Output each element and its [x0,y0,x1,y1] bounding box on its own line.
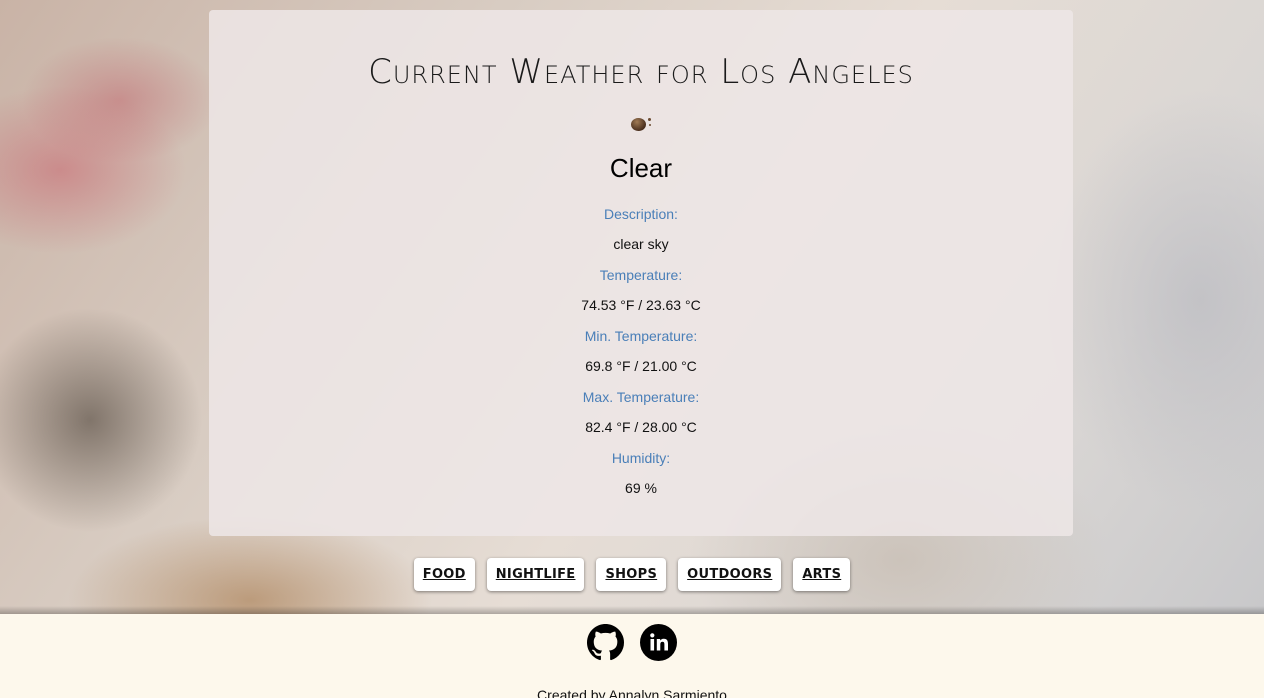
max-temperature-value: 82.4 °F / 28.00 °C [585,419,697,435]
social-links [0,624,1264,664]
footer-credit: Created by Annalyn Sarmiento [537,687,727,698]
clear-sky-icon [629,114,653,134]
weather-details: Description: clear sky Temperature: 74.5… [209,206,1073,496]
temperature-label: Temperature: [599,267,683,283]
footer: Created by Annalyn Sarmiento [0,614,1264,698]
linkedin-icon[interactable] [640,624,677,661]
arts-button[interactable]: ARTS [793,558,851,591]
page-title: Current Weather for Los Angeles [368,52,914,92]
nightlife-button[interactable]: NIGHTLIFE [486,558,585,591]
weather-condition: Clear [609,153,673,183]
min-temperature-label: Min. Temperature: [584,328,698,344]
min-temperature-value: 69.8 °F / 21.00 °C [585,358,697,374]
outdoors-button[interactable]: OUTDOORS [678,558,782,591]
humidity-label: Humidity: [611,450,671,466]
temperature-value: 74.53 °F / 23.63 °C [581,297,701,313]
github-icon[interactable] [587,624,624,661]
category-buttons: FOOD NIGHTLIFE SHOPS OUTDOORS ARTS [0,558,1264,591]
food-button[interactable]: FOOD [413,558,475,591]
background-bottom-shadow [0,606,1264,614]
page: Current Weather for Los Angeles Clear De… [0,0,1264,698]
shops-button[interactable]: SHOPS [596,558,667,591]
humidity-value: 69 % [625,480,657,496]
max-temperature-label: Max. Temperature: [582,389,700,405]
weather-card: Current Weather for Los Angeles Clear De… [209,10,1073,536]
description-label: Description: [604,206,678,222]
description-value: clear sky [613,236,669,252]
